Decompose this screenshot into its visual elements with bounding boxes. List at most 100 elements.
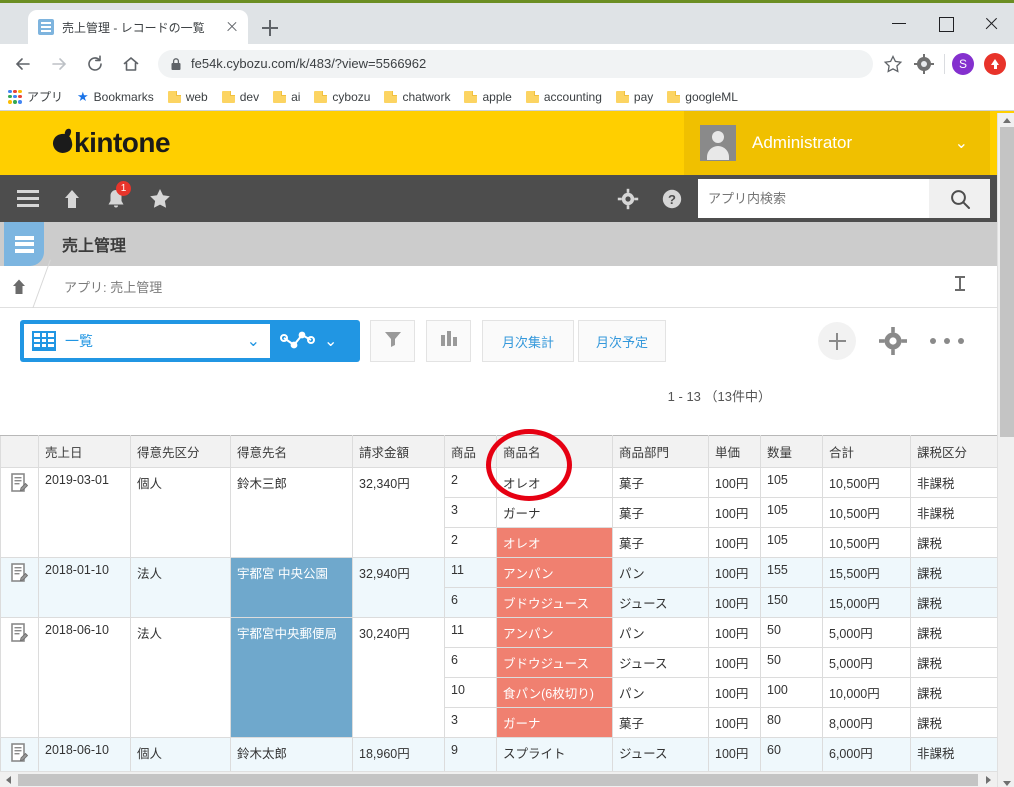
view-selector[interactable]: 一覧 ⌄ ⌄ — [20, 320, 360, 362]
chevron-down-icon: ⌄ — [246, 333, 260, 350]
table-body: 2019-03-01 個人 鈴木三郎 32,340円 2 オレオ 菓子 100円 105 10,5… — [0, 467, 1001, 772]
table-row[interactable]: 2018-06-10 個人 鈴木太郎 18,960円 9 スプライト ジュース 100円 60 6… — [0, 737, 1001, 772]
table-row[interactable]: 2018-01-10 法人 宇都宮 中央公園 32,940円 11 アンパン パン 100円 1… — [0, 557, 1001, 618]
cell-total: 15,500円 — [822, 557, 911, 588]
bookmark-cybozu[interactable]: cybozu — [314, 90, 370, 104]
search-input-wrap[interactable] — [698, 179, 929, 218]
cell-customer-name: 鈴木三郎 — [230, 467, 353, 558]
bookmark-googleml[interactable]: googleML — [667, 90, 738, 104]
bookmark-label: dev — [239, 89, 260, 104]
update-alert-icon[interactable] — [984, 52, 1006, 75]
vertical-scroll-thumb[interactable] — [1000, 127, 1014, 437]
scroll-down-icon[interactable] — [998, 776, 1014, 787]
record-edit-icon[interactable] — [0, 737, 39, 772]
browser-tab[interactable]: 売上管理 - レコードの一覧 — [28, 10, 248, 44]
toolbar-divider — [944, 53, 945, 74]
extension-gear-icon[interactable] — [911, 51, 937, 77]
bookmark-ai[interactable]: ai — [273, 90, 300, 104]
home-icon[interactable] — [50, 175, 94, 222]
bookmark-label: Bookmarks — [93, 89, 154, 104]
col-header-product-no[interactable]: 商品 — [444, 435, 497, 468]
close-tab-icon[interactable] — [222, 17, 242, 37]
bookmark-label: googleML — [685, 89, 738, 104]
col-header-unit-price[interactable]: 単価 — [708, 435, 761, 468]
minimize-button[interactable] — [876, 3, 922, 44]
menu-icon[interactable] — [6, 175, 50, 222]
table-row[interactable]: 2018-06-10 法人 宇都宮中央郵便局 30,240円 11 アンパン パン 100円 5… — [0, 617, 1001, 738]
close-window-button[interactable] — [968, 3, 1014, 44]
help-icon[interactable]: ? — [650, 175, 694, 222]
bookmark-star-icon[interactable] — [879, 50, 907, 78]
scroll-right-icon[interactable] — [980, 772, 997, 787]
col-header-customer-name[interactable]: 得意先名 — [230, 435, 353, 468]
bookmark-chatwork[interactable]: chatwork — [384, 90, 450, 104]
chart-button[interactable] — [426, 320, 471, 362]
view-selector-field[interactable]: 一覧 ⌄ — [24, 324, 270, 358]
cell-unit-price: 100円 — [708, 557, 761, 588]
bookmark-apple[interactable]: apple — [464, 90, 512, 104]
search-input[interactable] — [708, 191, 919, 206]
graph-icon[interactable] — [270, 329, 326, 353]
profile-avatar[interactable]: S — [952, 52, 974, 75]
folder-icon — [221, 90, 235, 103]
cell-product-no: 10 — [444, 677, 497, 708]
cell-dept: パン — [612, 557, 709, 588]
home-icon[interactable] — [0, 278, 38, 296]
cell-tax: 非課税 — [910, 497, 1001, 528]
user-menu[interactable]: Administrator ⌄ — [684, 111, 990, 175]
col-header-tax[interactable]: 課税区分 — [910, 435, 1001, 468]
new-tab-button[interactable] — [258, 16, 282, 40]
vertical-scrollbar[interactable] — [997, 113, 1014, 787]
bookmark-web[interactable]: web — [167, 90, 208, 104]
col-header-date[interactable]: 売上日 — [38, 435, 131, 468]
filter-button[interactable] — [370, 320, 415, 362]
monthly-plan-button[interactable]: 月次予定 — [578, 320, 666, 362]
record-edit-icon[interactable] — [0, 467, 39, 558]
kintone-logo[interactable]: kintone — [51, 127, 171, 159]
col-header-product-name[interactable]: 商品名 — [496, 435, 613, 468]
bookmark-dev[interactable]: dev — [221, 89, 260, 104]
cell-date: 2018-06-10 — [38, 737, 131, 772]
svg-text:?: ? — [668, 192, 676, 207]
horizontal-scroll-thumb[interactable] — [18, 774, 978, 786]
cell-dept: パン — [612, 677, 709, 708]
kintone-navbar: 1 ? — [0, 175, 1014, 222]
add-record-button[interactable] — [818, 322, 856, 360]
cell-product-name: スプライト — [496, 737, 613, 772]
bookmark-pay[interactable]: pay — [615, 90, 653, 104]
home-icon[interactable] — [116, 49, 146, 79]
horizontal-scrollbar[interactable] — [0, 771, 997, 787]
search-button[interactable] — [929, 179, 990, 218]
bookmark-apps[interactable]: アプリ — [8, 88, 63, 105]
more-dots-icon[interactable] — [930, 334, 964, 348]
star-icon[interactable] — [138, 175, 182, 222]
scroll-up-icon[interactable] — [998, 113, 1014, 127]
cell-customer-type: 個人 — [130, 467, 231, 558]
col-header-invoice-amount[interactable]: 請求金額 — [352, 435, 445, 468]
bell-icon[interactable]: 1 — [94, 175, 138, 222]
bookmark-accounting[interactable]: accounting — [525, 90, 602, 104]
col-header-total[interactable]: 合計 — [822, 435, 911, 468]
record-edit-icon[interactable] — [0, 617, 39, 738]
col-header-qty[interactable]: 数量 — [760, 435, 823, 468]
reload-icon[interactable] — [80, 49, 110, 79]
table-row[interactable]: 2019-03-01 個人 鈴木三郎 32,340円 2 オレオ 菓子 100円 105 10,5… — [0, 467, 1001, 558]
bookmark-bookmarks[interactable]: ★ Bookmarks — [77, 89, 154, 105]
chevron-down-icon[interactable]: ⌄ — [324, 331, 337, 351]
cell-product-name: オレオ — [496, 527, 613, 558]
gear-icon[interactable] — [606, 175, 650, 222]
scroll-left-icon[interactable] — [0, 772, 17, 787]
cell-qty: 105 — [760, 467, 823, 498]
back-icon[interactable] — [8, 49, 38, 79]
address-bar[interactable]: fe54k.cybozu.com/k/483/?view=5566962 — [158, 49, 873, 78]
maximize-button[interactable] — [922, 3, 968, 44]
col-header-dept[interactable]: 商品部門 — [612, 435, 709, 468]
col-header-customer-type[interactable]: 得意先区分 — [130, 435, 231, 468]
apps-grid-icon — [8, 89, 22, 104]
browser-toolbar: fe54k.cybozu.com/k/483/?view=5566962 S — [0, 44, 1014, 83]
app-settings-gear-icon[interactable] — [878, 326, 908, 361]
pin-icon[interactable] — [952, 275, 968, 298]
record-edit-icon[interactable] — [0, 557, 39, 618]
monthly-total-button[interactable]: 月次集計 — [482, 320, 574, 362]
forward-icon[interactable] — [44, 49, 74, 79]
